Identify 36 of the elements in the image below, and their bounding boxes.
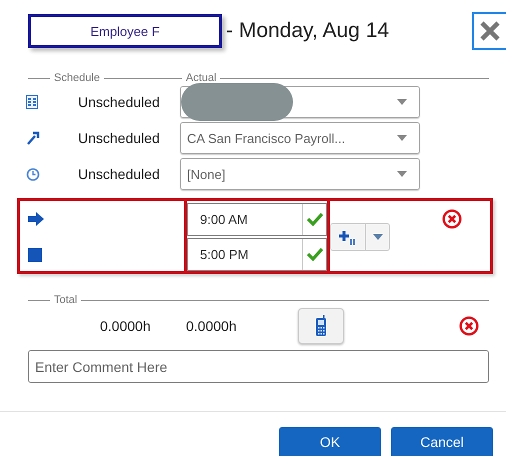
hammer-icon [26,131,40,145]
ok-button[interactable]: OK [279,427,381,456]
schedule-value: Unscheduled [78,166,161,182]
actual-label: Actual [186,72,216,84]
ledger-icon [26,95,38,109]
dropdown-button[interactable] [366,223,390,251]
actual-total: 0.0000h [186,318,238,334]
caret-icon [397,99,407,105]
dropdown[interactable]: [None] [180,158,420,190]
caret-icon [372,234,382,240]
caret-icon [397,171,407,177]
caret-icon [397,135,407,141]
close-button[interactable] [472,12,506,50]
employee-name: Employee F [28,14,222,48]
dropdown[interactable] [180,86,420,118]
schedule-label: Schedule [54,72,100,84]
delete-icon[interactable] [459,316,479,336]
clock-icon [26,167,40,181]
plus-icon [338,229,358,245]
stop-icon [28,248,42,262]
dropdown[interactable]: CA San Francisco Payroll... [180,122,420,154]
delete-icon[interactable] [442,209,462,229]
total-label: Total [54,294,78,306]
add-meal-button[interactable] [330,223,366,251]
phone-button[interactable] [298,308,344,344]
cancel-button[interactable]: Cancel [391,427,493,456]
dialog-title: - Monday, Aug 14 [226,19,390,43]
time-field[interactable]: 5:00 PM [187,238,327,271]
schedule-total: 0.0000h [100,318,152,334]
schedule-value: Unscheduled [78,130,161,146]
arrow-right-icon [28,212,44,226]
schedule-value: Unscheduled [78,94,161,110]
time-field[interactable]: 9:00 AM [187,203,327,236]
phone-icon [315,315,327,337]
comment-field[interactable]: Enter Comment Here [28,350,489,383]
close-icon [479,20,501,42]
